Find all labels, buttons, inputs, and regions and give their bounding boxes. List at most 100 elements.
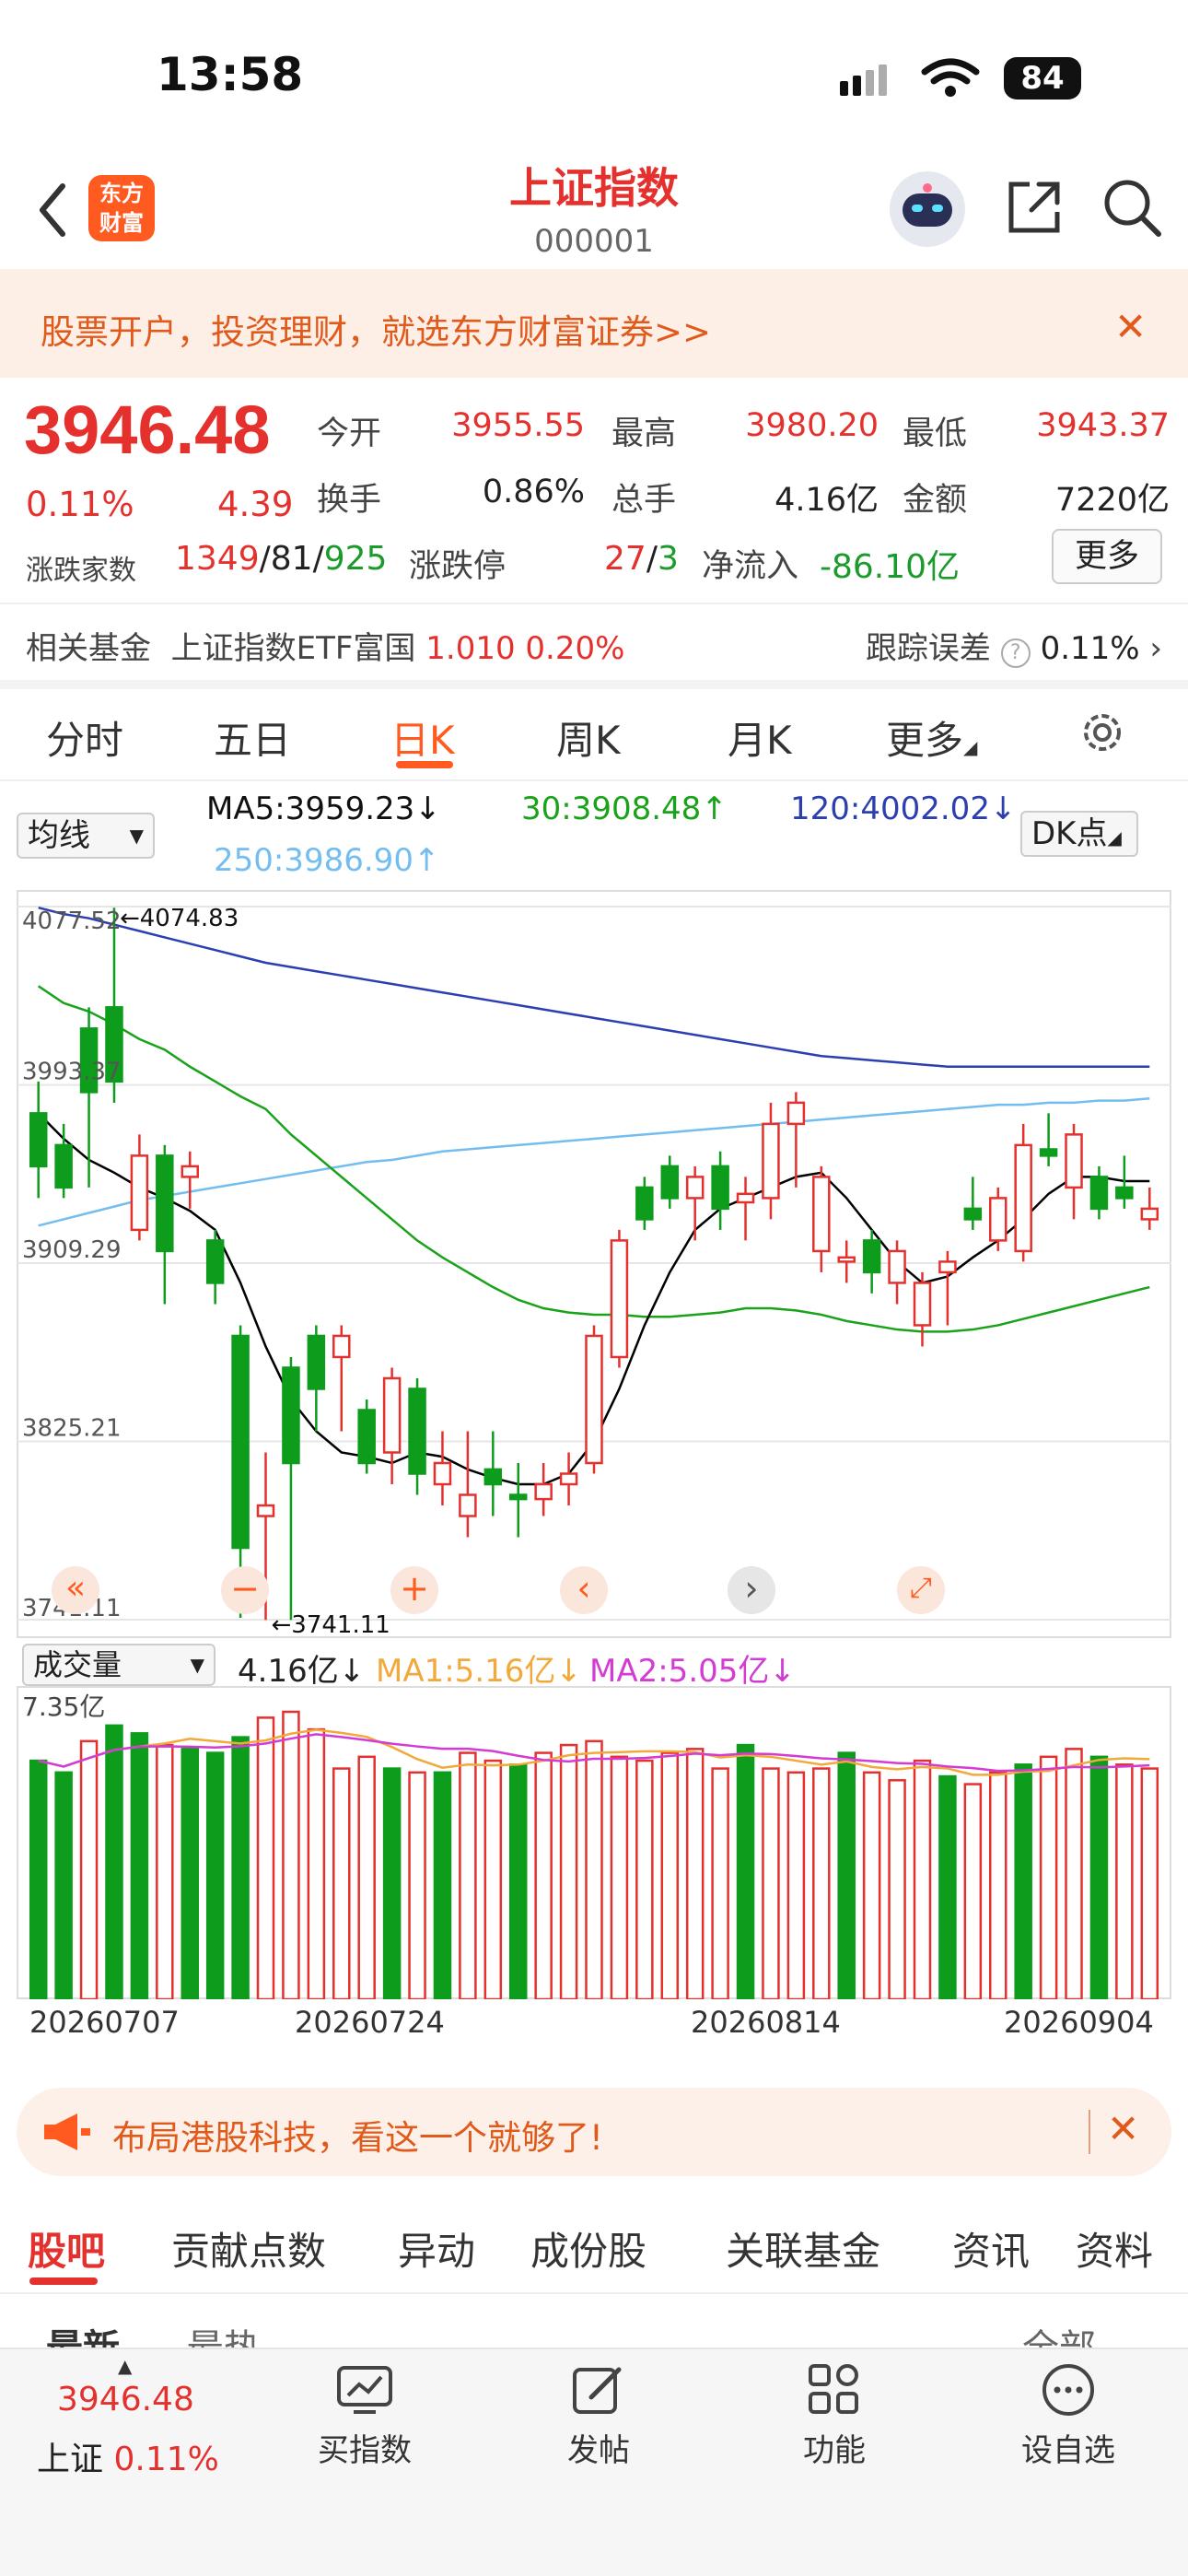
tab-daily-k[interactable]: 日K <box>390 709 455 766</box>
divider <box>0 603 1188 604</box>
ma5-label: MA5:3959.23↓ <box>206 790 441 827</box>
candle-body <box>837 1256 856 1263</box>
netflow-label: 净流入 <box>702 548 799 585</box>
candle-body <box>1039 1148 1058 1157</box>
candle-body <box>762 1122 780 1200</box>
tab-intraday[interactable]: 分时 <box>46 709 123 766</box>
candle-body <box>685 1176 705 1200</box>
candle-body <box>938 1260 957 1274</box>
volume-bar <box>559 1743 578 1999</box>
volume-bar <box>837 1751 856 1999</box>
tab-more[interactable]: 更多◢ <box>886 709 977 766</box>
volume-bar <box>29 1759 48 1999</box>
toolbar-price: 3946.48 <box>57 2381 194 2418</box>
grid-function-icon[interactable] <box>807 2362 860 2416</box>
toolbar-index-name[interactable]: 上证 0.11% <box>37 2432 219 2480</box>
volume-bar <box>862 1771 881 1999</box>
toolbar-buy-index[interactable]: 买指数 <box>282 2425 448 2470</box>
divider <box>0 2292 1188 2294</box>
wifi-icon <box>921 58 980 97</box>
search-icon[interactable] <box>1101 177 1162 238</box>
toolbar-add-watchlist[interactable]: 设自选 <box>985 2425 1151 2470</box>
tab-news[interactable]: 资讯 <box>952 2220 1030 2277</box>
share-icon[interactable] <box>1004 177 1065 238</box>
help-icon[interactable]: ? <box>1000 638 1031 668</box>
ma-select[interactable]: 均线 ▼ <box>17 813 155 859</box>
dk-point-button[interactable]: DK点◢ <box>1020 811 1138 857</box>
volume-bar <box>913 1759 932 1999</box>
y-tick-label: 3909.29 <box>22 1236 122 1264</box>
volume-bar <box>610 1755 629 1999</box>
candle-body <box>1115 1186 1134 1200</box>
candle-body <box>812 1176 831 1253</box>
low-value: 3943.37 <box>1036 407 1170 444</box>
candle-body <box>913 1282 932 1327</box>
toolbar-post[interactable]: 发帖 <box>516 2425 681 2470</box>
volume-select[interactable]: 成交量 ▼ <box>22 1644 215 1686</box>
volume-bar <box>1115 1763 1134 1999</box>
tracking-error-row[interactable]: 跟踪误差 ? 0.11% › <box>866 623 1162 668</box>
volume-chart[interactable]: 7.35亿 <box>17 1686 1171 1999</box>
candle-body <box>862 1239 881 1274</box>
volume-bar <box>231 1736 250 1999</box>
tab-monthly-k[interactable]: 月K <box>728 709 792 766</box>
volume-bar <box>307 1727 326 1999</box>
date-label: 20260814 <box>691 2005 841 2040</box>
promo-close-icon[interactable]: ✕ <box>1114 304 1147 349</box>
candle-body <box>357 1409 376 1465</box>
candle-body <box>156 1154 174 1253</box>
volume-bar <box>483 1759 503 1999</box>
volume-bar <box>357 1755 376 1999</box>
edit-post-icon[interactable] <box>571 2364 626 2416</box>
candle-body <box>408 1388 426 1475</box>
change-value: 4.39 <box>217 485 294 524</box>
tab-movement[interactable]: 异动 <box>398 2220 475 2277</box>
volume-bar <box>888 1779 906 1999</box>
volume-bar <box>989 1771 1007 1999</box>
candle-body <box>332 1334 351 1359</box>
volume-value: 4.16亿 <box>775 482 879 519</box>
fullscreen-icon[interactable]: ⤢ <box>897 1566 945 1614</box>
ad-close-icon[interactable]: ✕ <box>1107 2106 1139 2151</box>
chart-trade-icon[interactable] <box>335 2364 394 2416</box>
scroll-left-button[interactable]: ‹ <box>560 1566 608 1614</box>
tab-guba[interactable]: 股吧 <box>28 2220 105 2277</box>
gear-icon[interactable] <box>1077 708 1127 757</box>
ad-text[interactable]: 布局港股科技，看这一个就够了! <box>112 2110 603 2160</box>
candlestick-chart[interactable]: 4077.523993.373909.293825.213741.11←4074… <box>17 890 1171 1638</box>
more-button[interactable]: 更多 <box>1052 529 1162 584</box>
tab-five-day[interactable]: 五日 <box>214 709 291 766</box>
promo-text[interactable]: 股票开户，投资理财，就选东方财富证券>> <box>41 304 711 354</box>
volume-bar <box>812 1767 831 1999</box>
candle-body <box>307 1334 326 1390</box>
volume-bar <box>660 1751 680 1999</box>
volume-bar <box>1089 1755 1109 1999</box>
open-value: 3955.55 <box>451 407 585 444</box>
scroll-left-fast-button[interactable]: « <box>52 1566 99 1614</box>
volume-bar <box>534 1751 553 1999</box>
caret-up-icon: ▲ <box>118 2355 133 2377</box>
scroll-right-button[interactable]: › <box>728 1566 775 1614</box>
candle-body <box>559 1472 578 1486</box>
robot-assistant-icon[interactable] <box>890 171 965 247</box>
candle-body <box>585 1334 603 1465</box>
candle-body <box>989 1197 1007 1242</box>
turnover-value: 0.86% <box>482 474 585 510</box>
zoom-in-button[interactable]: + <box>390 1566 438 1614</box>
status-time: 13:58 <box>157 48 304 101</box>
candle-body <box>54 1143 73 1189</box>
tab-underline <box>29 2277 98 2285</box>
candle-body <box>382 1376 402 1454</box>
tab-related-funds[interactable]: 关联基金 <box>726 2220 880 2277</box>
related-fund-row[interactable]: 相关基金 上证指数ETF富国 1.010 0.20% <box>26 623 624 668</box>
toolbar-functions[interactable]: 功能 <box>751 2425 917 2470</box>
zoom-out-button[interactable]: − <box>221 1566 269 1614</box>
tab-contribution[interactable]: 贡献点数 <box>171 2220 326 2277</box>
tab-constituents[interactable]: 成份股 <box>530 2220 646 2277</box>
add-watchlist-icon[interactable] <box>1041 2362 1096 2418</box>
volume-bar <box>585 1739 603 1999</box>
tab-weekly-k[interactable]: 周K <box>556 709 621 766</box>
cellular-signal-icon <box>840 64 891 100</box>
volume-bar <box>938 1774 957 1999</box>
tab-profile[interactable]: 资料 <box>1076 2220 1153 2277</box>
